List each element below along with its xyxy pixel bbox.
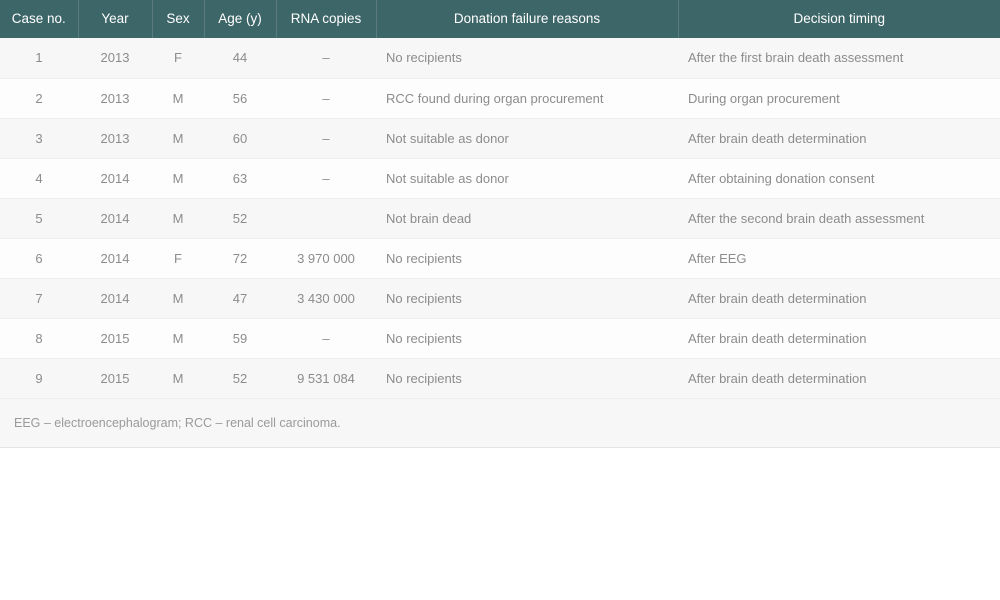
table-row: 2 2013 M 56 – RCC found during organ pro… — [0, 78, 1000, 119]
column-header-sex: Sex — [152, 0, 205, 38]
table-row: 3 2013 M 60 – Not suitable as donor Afte… — [0, 118, 1000, 159]
column-header-donation-failure-reasons: Donation failure reasons — [376, 0, 679, 38]
cell-sex: M — [152, 318, 204, 359]
cell-sex: F — [152, 238, 204, 279]
cell-rna-copies: – — [276, 78, 376, 119]
cell-decision-timing: After brain death determination — [678, 118, 1000, 159]
cell-rna-copies: 9 531 084 — [276, 358, 376, 399]
cell-age: 63 — [204, 158, 276, 199]
cell-sex: M — [152, 278, 204, 319]
cell-sex: M — [152, 158, 204, 199]
cell-sex: M — [152, 78, 204, 119]
cell-case-no: 5 — [0, 198, 78, 239]
cell-rna-copies — [276, 198, 376, 239]
cell-year: 2015 — [78, 358, 152, 399]
cell-year: 2013 — [78, 118, 152, 159]
cell-age: 59 — [204, 318, 276, 359]
cell-decision-timing: After obtaining donation consent — [678, 158, 1000, 199]
cell-sex: M — [152, 118, 204, 159]
cell-decision-timing: After brain death determination — [678, 318, 1000, 359]
cell-year: 2013 — [78, 38, 152, 79]
cell-case-no: 7 — [0, 278, 78, 319]
cell-year: 2014 — [78, 198, 152, 239]
cell-decision-timing: After brain death determination — [678, 278, 1000, 319]
cell-case-no: 9 — [0, 358, 78, 399]
cell-case-no: 1 — [0, 38, 78, 79]
cell-rna-copies: 3 430 000 — [276, 278, 376, 319]
column-header-year: Year — [78, 0, 153, 38]
cell-decision-timing: During organ procurement — [678, 78, 1000, 119]
cell-case-no: 6 — [0, 238, 78, 279]
column-header-age: Age (y) — [204, 0, 277, 38]
cell-age: 72 — [204, 238, 276, 279]
table-header-row: Case no. Year Sex Age (y) RNA copies Don… — [0, 0, 1000, 38]
cell-decision-timing: After the first brain death assessment — [678, 38, 1000, 79]
cell-donation-failure-reason: No recipients — [376, 238, 678, 279]
table-row: 1 2013 F 44 – No recipients After the fi… — [0, 38, 1000, 79]
table-row: 4 2014 M 63 – Not suitable as donor Afte… — [0, 158, 1000, 199]
column-header-rna-copies: RNA copies — [276, 0, 377, 38]
cell-rna-copies: 3 970 000 — [276, 238, 376, 279]
cell-decision-timing: After the second brain death assessment — [678, 198, 1000, 239]
cell-sex: F — [152, 38, 204, 79]
table-row: 8 2015 M 59 – No recipients After brain … — [0, 318, 1000, 359]
cell-year: 2014 — [78, 158, 152, 199]
cell-year: 2014 — [78, 238, 152, 279]
cell-donation-failure-reason: Not suitable as donor — [376, 118, 678, 159]
cell-rna-copies: – — [276, 318, 376, 359]
cell-year: 2014 — [78, 278, 152, 319]
cell-sex: M — [152, 198, 204, 239]
cell-decision-timing: After EEG — [678, 238, 1000, 279]
table-row: 5 2014 M 52 Not brain dead After the sec… — [0, 198, 1000, 239]
cell-donation-failure-reason: RCC found during organ procurement — [376, 78, 678, 119]
table-footnote: EEG – electroencephalogram; RCC – renal … — [0, 397, 1000, 448]
column-header-decision-timing: Decision timing — [678, 0, 1000, 38]
table-footer: EEG – electroencephalogram; RCC – renal … — [0, 397, 1000, 448]
table-row: 9 2015 M 52 9 531 084 No recipients Afte… — [0, 358, 1000, 399]
cell-decision-timing: After brain death determination — [678, 358, 1000, 399]
cell-donation-failure-reason: No recipients — [376, 318, 678, 359]
table-row: 7 2014 M 47 3 430 000 No recipients Afte… — [0, 278, 1000, 319]
cell-age: 56 — [204, 78, 276, 119]
cell-case-no: 3 — [0, 118, 78, 159]
cell-year: 2013 — [78, 78, 152, 119]
cell-age: 47 — [204, 278, 276, 319]
cell-case-no: 4 — [0, 158, 78, 199]
cell-age: 52 — [204, 198, 276, 239]
cell-age: 52 — [204, 358, 276, 399]
cell-donation-failure-reason: Not brain dead — [376, 198, 678, 239]
cell-rna-copies: – — [276, 158, 376, 199]
cell-year: 2015 — [78, 318, 152, 359]
cell-sex: M — [152, 358, 204, 399]
cell-donation-failure-reason: No recipients — [376, 38, 678, 79]
cell-case-no: 2 — [0, 78, 78, 119]
table-container: Case no. Year Sex Age (y) RNA copies Don… — [0, 0, 1000, 448]
cell-case-no: 8 — [0, 318, 78, 359]
cell-age: 44 — [204, 38, 276, 79]
table-footnote-row: EEG – electroencephalogram; RCC – renal … — [0, 397, 1000, 448]
column-header-case-no: Case no. — [0, 0, 79, 38]
cell-donation-failure-reason: No recipients — [376, 278, 678, 319]
cell-age: 60 — [204, 118, 276, 159]
table-header: Case no. Year Sex Age (y) RNA copies Don… — [0, 0, 1000, 38]
cell-rna-copies: – — [276, 118, 376, 159]
cell-donation-failure-reason: Not suitable as donor — [376, 158, 678, 199]
cell-donation-failure-reason: No recipients — [376, 358, 678, 399]
case-summary-table: Case no. Year Sex Age (y) RNA copies Don… — [0, 0, 1000, 448]
cell-rna-copies: – — [276, 38, 376, 79]
table-row: 6 2014 F 72 3 970 000 No recipients Afte… — [0, 238, 1000, 279]
table-body: 1 2013 F 44 – No recipients After the fi… — [0, 38, 1000, 399]
